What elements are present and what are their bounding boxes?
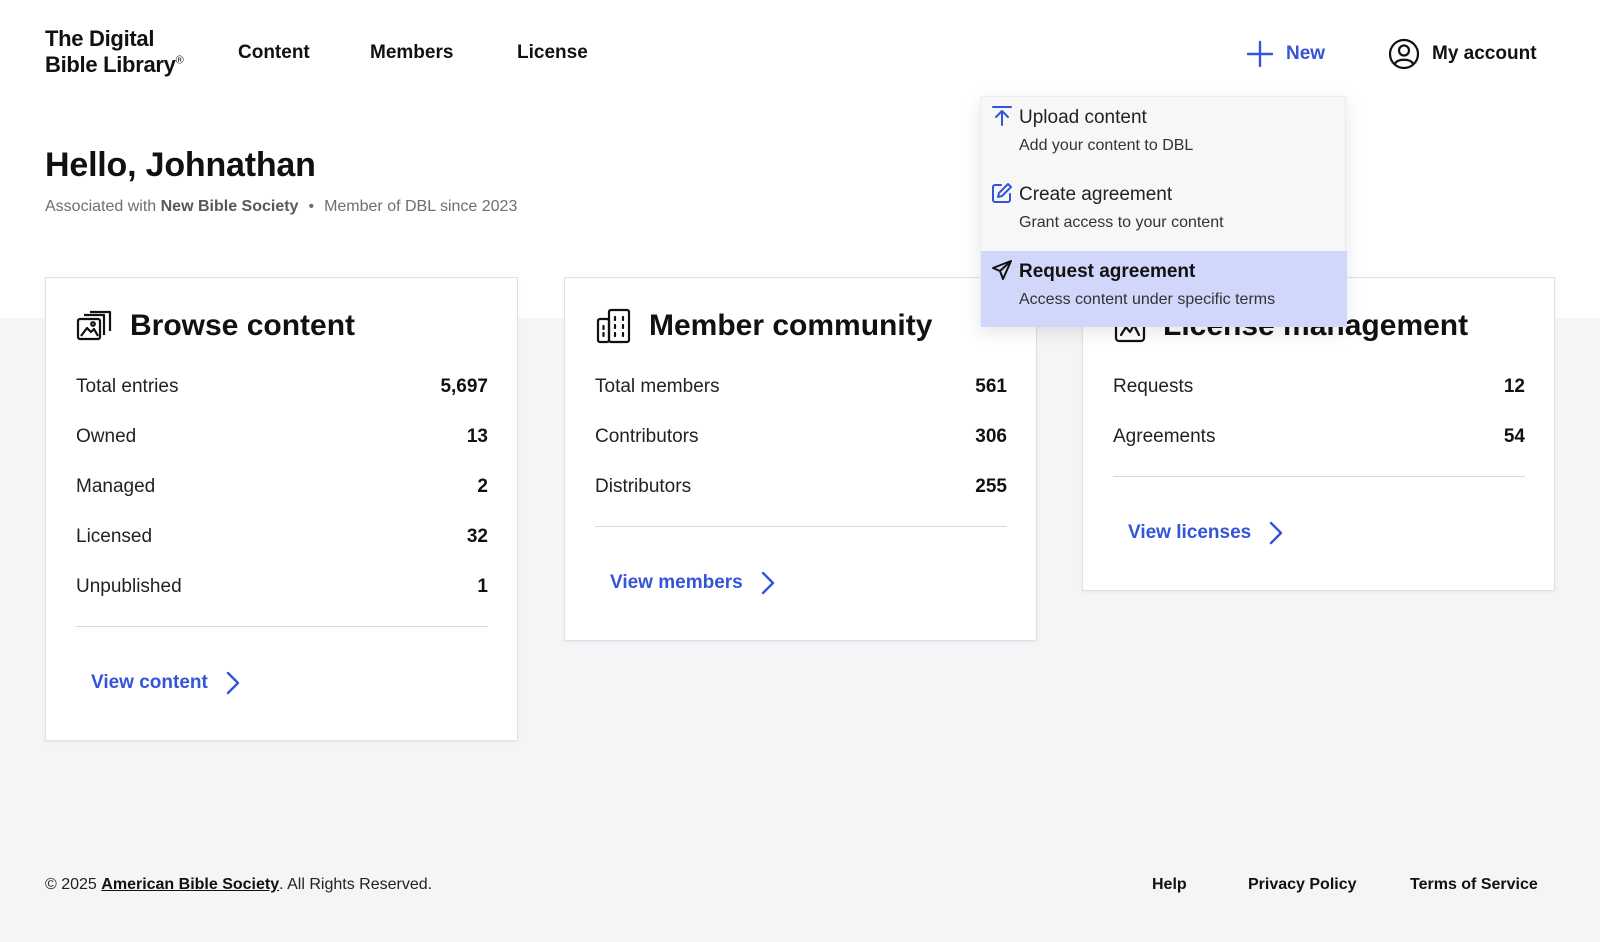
stat-value: 255 <box>975 476 1007 497</box>
logo-line-2: Bible Library <box>45 52 176 77</box>
association-line: Associated with New Bible Society • Member… <box>45 198 517 216</box>
stat-row: Licensed 32 <box>76 522 488 552</box>
send-icon <box>992 260 1012 280</box>
divider <box>1113 476 1525 477</box>
stat-label: Distributors <box>595 476 692 497</box>
footer-terms-link[interactable]: Terms of Service <box>1410 876 1538 894</box>
stat-value: 13 <box>466 426 488 447</box>
stat-label: Licensed <box>76 526 153 547</box>
plus-icon <box>1246 40 1274 68</box>
nav-license[interactable]: License <box>517 42 588 64</box>
nav-content[interactable]: Content <box>238 42 310 64</box>
stat-value: 1 <box>477 576 488 597</box>
stat-row: Distributors 255 <box>595 472 1007 502</box>
divider <box>76 626 488 627</box>
chevron-right-icon <box>761 571 774 595</box>
menu-item-title: Create agreement <box>1019 184 1173 205</box>
copyright-prefix: © 2025 <box>45 876 97 893</box>
upload-icon <box>992 106 1012 126</box>
stat-value: 12 <box>1503 376 1525 397</box>
new-button[interactable]: New <box>1246 38 1325 70</box>
stat-value: 2 <box>477 476 488 497</box>
header: The Digital Bible Library® Content Membe… <box>0 0 1600 110</box>
footer-copyright: © 2025 American Bible Society. All Right… <box>45 876 432 894</box>
stat-value: 32 <box>466 526 488 547</box>
organization-name: New Bible Society <box>160 198 299 215</box>
stat-row: Agreements 54 <box>1113 422 1525 452</box>
new-dropdown-menu: Upload content Add your content to DBL C… <box>980 96 1347 327</box>
stat-row: Total members 561 <box>595 372 1007 402</box>
associated-prefix: Associated with <box>45 198 157 215</box>
stat-row: Contributors 306 <box>595 422 1007 452</box>
menu-item-subtitle: Grant access to your content <box>1019 214 1224 231</box>
browse-content-title: Browse content <box>130 309 356 342</box>
my-account-label: My account <box>1432 43 1537 64</box>
divider <box>595 526 1007 527</box>
registered-mark: ® <box>175 54 184 67</box>
footer-privacy-policy-link[interactable]: Privacy Policy <box>1248 876 1357 894</box>
menu-item-title: Request agreement <box>1019 261 1196 282</box>
stat-row: Managed 2 <box>76 472 488 502</box>
member-community-card: Member community Total members 561 Contr… <box>564 277 1037 641</box>
stat-label: Requests <box>1113 376 1194 397</box>
copyright-suffix: . All Rights Reserved. <box>279 876 433 893</box>
view-content-link[interactable]: View content <box>91 668 240 698</box>
media-collection-icon <box>76 310 112 341</box>
member-community-heading: Member community <box>595 306 932 346</box>
stat-label: Unpublished <box>76 576 182 597</box>
logo-line-1: The Digital <box>45 26 155 51</box>
buildings-icon <box>596 308 631 344</box>
view-licenses-label: View licenses <box>1128 522 1252 543</box>
logo[interactable]: The Digital Bible Library® <box>45 26 184 78</box>
menu-item-title: Upload content <box>1019 107 1147 128</box>
menu-item-subtitle: Access content under specific terms <box>1019 291 1276 308</box>
stat-value: 5,697 <box>440 376 488 397</box>
american-bible-society-link[interactable]: American Bible Society <box>101 876 279 893</box>
stat-row: Unpublished 1 <box>76 572 488 602</box>
stat-label: Managed <box>76 476 156 497</box>
menu-item-subtitle: Add your content to DBL <box>1019 137 1194 154</box>
stat-label: Contributors <box>595 426 699 447</box>
member-community-title: Member community <box>649 309 933 342</box>
menu-item-upload-content[interactable]: Upload content Add your content to DBL <box>981 97 1347 173</box>
stat-value: 561 <box>975 376 1007 397</box>
view-members-link[interactable]: View members <box>610 568 775 598</box>
page-title: Hello, Johnathan <box>45 146 316 184</box>
stat-label: Total entries <box>76 376 179 397</box>
stat-label: Total members <box>595 376 720 397</box>
stat-value: 306 <box>975 426 1007 447</box>
stat-label: Owned <box>76 426 137 447</box>
stat-row: Requests 12 <box>1113 372 1525 402</box>
new-button-label: New <box>1286 43 1326 64</box>
menu-item-request-agreement[interactable]: Request agreement Access content under s… <box>981 251 1347 327</box>
separator-dot: • <box>308 198 315 215</box>
view-content-label: View content <box>91 672 208 693</box>
footer-help-link[interactable]: Help <box>1152 876 1187 894</box>
user-circle-icon <box>1388 38 1420 70</box>
stat-value: 54 <box>1503 426 1525 447</box>
my-account-button[interactable]: My account <box>1388 37 1537 71</box>
view-licenses-link[interactable]: View licenses <box>1128 518 1283 548</box>
nav-members[interactable]: Members <box>370 42 453 64</box>
member-since: Member of DBL since 2023 <box>324 198 518 215</box>
edit-icon <box>992 183 1012 203</box>
browse-content-heading: Browse content <box>76 306 355 346</box>
chevron-right-icon <box>1270 521 1283 545</box>
menu-item-create-agreement[interactable]: Create agreement Grant access to your co… <box>981 174 1347 250</box>
stat-label: Agreements <box>1113 426 1216 447</box>
chevron-right-icon <box>226 671 240 695</box>
stat-row: Owned 13 <box>76 422 488 452</box>
browse-content-card: Browse content Total entries 5,697 Owned… <box>45 277 518 741</box>
stat-row: Total entries 5,697 <box>76 372 488 402</box>
view-members-label: View members <box>610 572 743 593</box>
